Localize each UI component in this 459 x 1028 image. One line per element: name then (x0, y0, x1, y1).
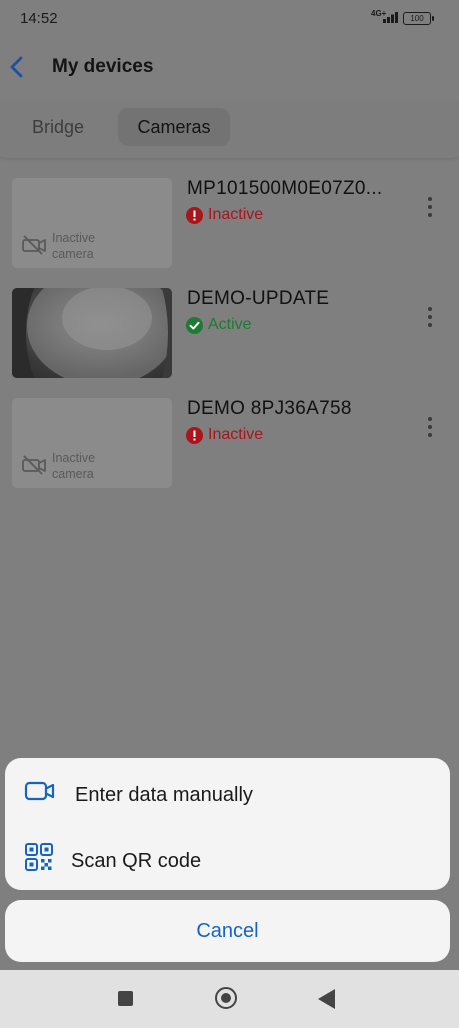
cancel-button[interactable]: Cancel (5, 900, 450, 962)
back-arrow-icon[interactable] (6, 52, 30, 82)
device-row[interactable]: DEMO-UPDATE Active (0, 288, 459, 380)
scan-qr-option[interactable]: Scan QR code (5, 828, 450, 888)
video-camera-icon (24, 781, 55, 801)
screen: 14:52 4G+ 100 My devices Bridge Cameras … (0, 0, 459, 970)
more-options-icon[interactable] (420, 415, 440, 441)
status-text: Inactive (208, 426, 264, 443)
add-device-sheet: Enter data manually Scan QR code (5, 758, 450, 890)
alert-icon (186, 207, 203, 224)
signal-icon (383, 12, 398, 23)
device-name: DEMO 8PJ36A758 (187, 398, 352, 419)
recent-apps-icon[interactable] (118, 991, 133, 1006)
inactive-camera-label: Inactive camera (52, 451, 96, 481)
scan-qr-label: Scan QR code (71, 850, 202, 872)
device-name: DEMO-UPDATE (187, 288, 330, 309)
system-nav-bar (0, 970, 459, 1028)
status-text: Inactive (208, 206, 264, 223)
device-row[interactable]: Inactive camera MP101500M0E07Z0... Inact… (0, 178, 459, 270)
camera-off-icon (22, 455, 46, 475)
home-icon[interactable] (215, 987, 237, 1009)
tab-cameras[interactable]: Cameras (118, 108, 230, 146)
inactive-camera-label: Inactive camera (52, 231, 96, 261)
camera-thumbnail[interactable] (12, 288, 172, 378)
camera-off-icon (22, 235, 46, 255)
more-options-icon[interactable] (420, 305, 440, 331)
device-name: MP101500M0E07Z0... (187, 178, 383, 199)
qr-code-icon (25, 843, 53, 871)
camera-preview-image (12, 288, 172, 378)
nav-back-icon[interactable] (318, 989, 335, 1009)
battery-icon: 100 (403, 12, 434, 25)
more-options-icon[interactable] (420, 195, 440, 221)
status-bar: 14:52 4G+ 100 (0, 0, 459, 38)
enter-data-manually-option[interactable]: Enter data manually (5, 762, 450, 822)
status-time: 14:52 (20, 10, 58, 27)
camera-thumbnail[interactable]: Inactive camera (12, 178, 172, 268)
check-icon (186, 317, 203, 334)
camera-thumbnail[interactable]: Inactive camera (12, 398, 172, 488)
status-text: Active (208, 316, 252, 333)
alert-icon (186, 427, 203, 444)
enter-data-manually-label: Enter data manually (75, 784, 253, 806)
tab-bridge[interactable]: Bridge (32, 108, 84, 146)
page-title: My devices (52, 56, 154, 77)
device-row[interactable]: Inactive camera DEMO 8PJ36A758 Inactive (0, 398, 459, 490)
